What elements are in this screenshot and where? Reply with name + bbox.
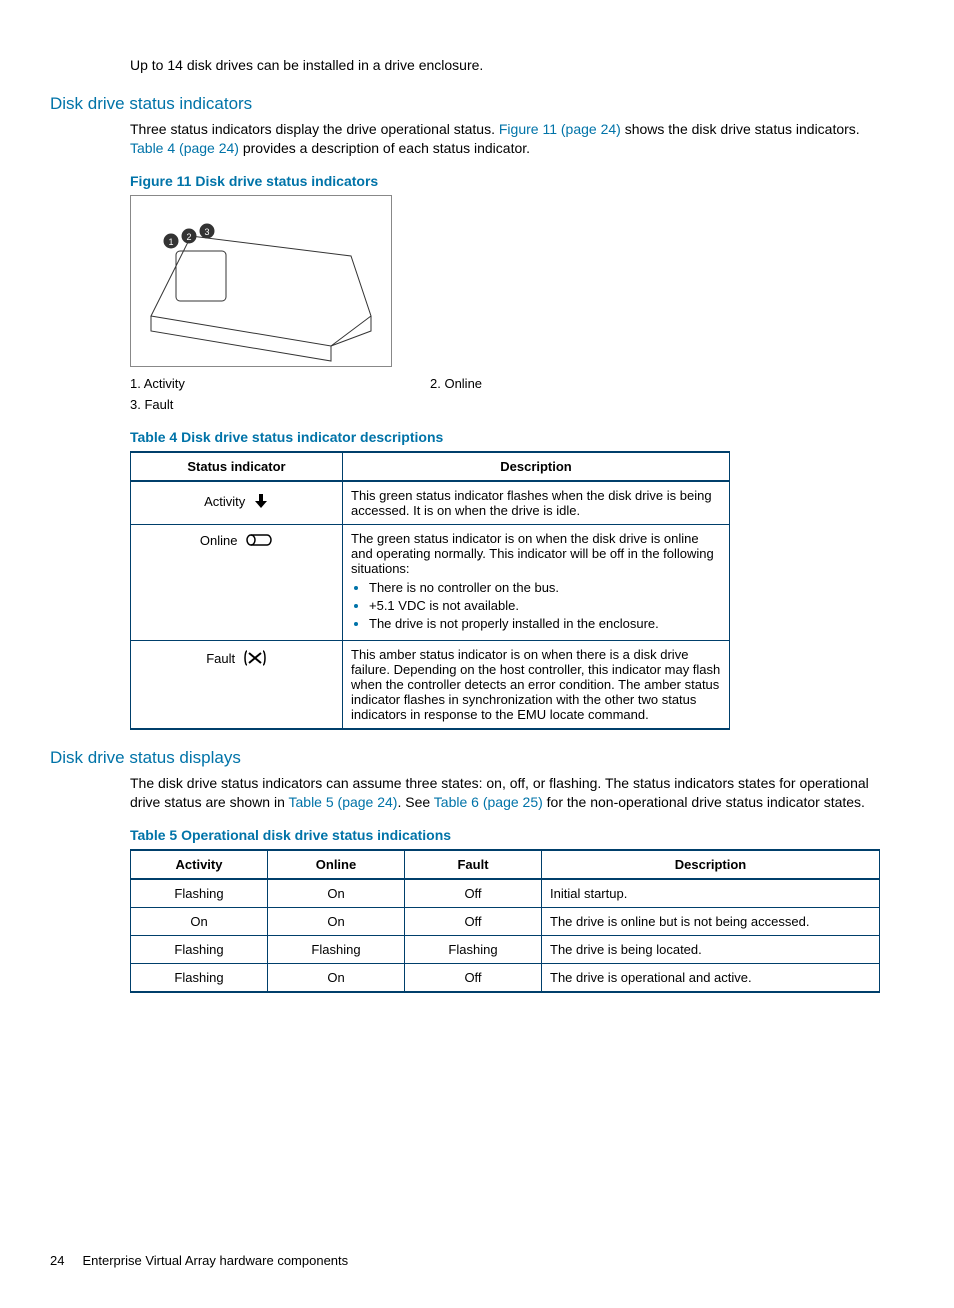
figure11-image: 1 2 3 (130, 195, 392, 367)
indicator-desc: The green status indicator is on when th… (351, 531, 714, 576)
fault-x-icon (243, 649, 267, 670)
cell: On (131, 907, 268, 935)
list-item: +5.1 VDC is not available. (369, 598, 721, 613)
table4-caption: Table 4 Disk drive status indicator desc… (130, 429, 884, 445)
section2-para: The disk drive status indicators can ass… (130, 774, 884, 813)
table-row: On On Off The drive is online but is not… (131, 907, 880, 935)
page-number: 24 (50, 1253, 64, 1268)
link-table6[interactable]: Table 6 (page 25) (434, 794, 543, 810)
indicator-desc: This amber status indicator is on when t… (343, 640, 730, 729)
table-row: Flashing On Off Initial startup. (131, 879, 880, 908)
table4-head-description: Description (343, 452, 730, 481)
text: for the non-operational drive status ind… (543, 794, 865, 810)
cell: Initial startup. (542, 879, 880, 908)
legend-item: 1. Activity (130, 373, 430, 394)
table-row: Activity This green status indicator fla… (131, 481, 730, 525)
section-heading-displays: Disk drive status displays (50, 748, 884, 768)
link-table4[interactable]: Table 4 (page 24) (130, 140, 239, 156)
cell: The drive is being located. (542, 935, 880, 963)
activity-arrow-icon (253, 492, 269, 513)
section-heading-indicators: Disk drive status indicators (50, 94, 884, 114)
svg-text:1: 1 (168, 237, 173, 247)
link-table5[interactable]: Table 5 (page 24) (289, 794, 398, 810)
cell: Flashing (131, 963, 268, 992)
section1-para: Three status indicators display the driv… (130, 120, 884, 159)
svg-text:2: 2 (186, 232, 191, 242)
page-footer: 24 Enterprise Virtual Array hardware com… (50, 1253, 884, 1268)
cell: Off (405, 963, 542, 992)
list-item: The drive is not properly installed in t… (369, 616, 721, 631)
indicator-desc: This green status indicator flashes when… (343, 481, 730, 525)
indicator-name: Activity (204, 494, 245, 509)
intro-text: Up to 14 disk drives can be installed in… (130, 56, 884, 76)
table4-head-indicator: Status indicator (131, 452, 343, 481)
figure11-legend: 1. Activity 2. Online 3. Fault (130, 373, 730, 415)
text: shows the disk drive status indicators. (621, 121, 860, 137)
table5: Activity Online Fault Description Flashi… (130, 849, 880, 993)
table5-head: Description (542, 850, 880, 879)
legend-item: 2. Online (430, 373, 730, 394)
link-figure11[interactable]: Figure 11 (page 24) (499, 121, 621, 137)
text: provides a description of each status in… (239, 140, 530, 156)
text: . See (397, 794, 433, 810)
cell: Off (405, 879, 542, 908)
text: Three status indicators display the driv… (130, 121, 499, 137)
table5-head: Fault (405, 850, 542, 879)
table-row: Fault This amber status indicator is on … (131, 640, 730, 729)
online-conditions-list: There is no controller on the bus. +5.1 … (351, 580, 721, 631)
table-row: Online The green status indicator is on … (131, 524, 730, 640)
table4: Status indicator Description Activity Th… (130, 451, 730, 730)
cell: Flashing (268, 935, 405, 963)
cell: Flashing (131, 879, 268, 908)
table5-caption: Table 5 Operational disk drive status in… (130, 827, 884, 843)
disk-drive-illustration-icon: 1 2 3 (131, 196, 391, 366)
table5-head: Activity (131, 850, 268, 879)
figure11-caption: Figure 11 Disk drive status indicators (130, 173, 884, 189)
cell: The drive is online but is not being acc… (542, 907, 880, 935)
indicator-name: Online (200, 533, 238, 548)
online-cylinder-icon (245, 533, 273, 550)
cell: On (268, 879, 405, 908)
cell: Flashing (405, 935, 542, 963)
list-item: There is no controller on the bus. (369, 580, 721, 595)
cell: Off (405, 907, 542, 935)
cell: The drive is operational and active. (542, 963, 880, 992)
indicator-name: Fault (206, 651, 235, 666)
table-row: Flashing Flashing Flashing The drive is … (131, 935, 880, 963)
svg-text:3: 3 (204, 227, 209, 237)
legend-item: 3. Fault (130, 394, 430, 415)
cell: On (268, 963, 405, 992)
cell: On (268, 907, 405, 935)
cell: Flashing (131, 935, 268, 963)
footer-title: Enterprise Virtual Array hardware compon… (82, 1253, 348, 1268)
table-row: Flashing On Off The drive is operational… (131, 963, 880, 992)
table5-head: Online (268, 850, 405, 879)
